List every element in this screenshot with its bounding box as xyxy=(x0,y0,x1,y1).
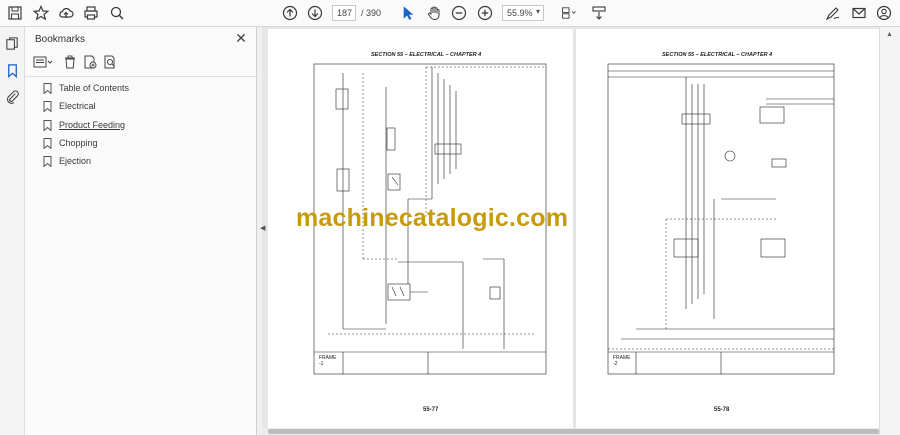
bookmark-item-chopping[interactable]: Chopping xyxy=(43,136,98,150)
horizontal-scroll-thumb[interactable] xyxy=(268,429,879,434)
page-total: / 390 xyxy=(361,8,382,18)
account-icon[interactable] xyxy=(875,4,893,22)
bookmark-item-ejection[interactable]: Ejection xyxy=(43,154,91,168)
top-toolbar: 187 / 390 55.9% ▾ xyxy=(0,0,900,27)
wiring-diagram-right xyxy=(607,63,835,375)
bookmark-item-table-of-contents[interactable]: Table of Contents xyxy=(43,81,129,95)
watermark-text: machinecatalogic.com xyxy=(296,204,569,232)
page-number-label: 55-78 xyxy=(714,407,730,413)
select-cursor-icon[interactable] xyxy=(399,4,417,22)
vertical-scrollbar[interactable]: ▲ xyxy=(879,27,900,435)
bookmark-icon xyxy=(43,82,52,94)
bookmark-icon xyxy=(43,119,52,131)
save-icon[interactable] xyxy=(6,4,24,22)
left-rail xyxy=(0,27,25,435)
zoom-level-value: 55.9% xyxy=(507,8,533,18)
zoom-search-icon[interactable] xyxy=(108,4,126,22)
bookmark-icon xyxy=(43,137,52,149)
zoom-in-icon[interactable] xyxy=(476,4,494,22)
bookmark-item-product-feeding[interactable]: Product Feeding xyxy=(43,118,125,132)
bookmarks-icon[interactable] xyxy=(5,63,20,79)
bookmark-label: Table of Contents xyxy=(59,83,130,93)
attachment-icon[interactable] xyxy=(5,89,20,104)
options-menu-icon[interactable] xyxy=(33,55,55,71)
sign-pen-icon[interactable] xyxy=(824,4,842,22)
frame-label: FRAME -1 xyxy=(319,355,337,367)
scroll-up-arrow-icon[interactable]: ▲ xyxy=(886,31,893,38)
panel-title: Bookmarks xyxy=(35,34,86,45)
bookmark-icon xyxy=(43,100,52,112)
upload-cloud-icon[interactable] xyxy=(57,4,75,22)
section-header: SECTION 55 – ELECTRICAL – CHAPTER 4 xyxy=(371,52,482,58)
bookmark-label: Product Feeding xyxy=(59,120,126,130)
add-bookmark-icon[interactable] xyxy=(83,55,99,71)
document-page-right: SECTION 55 – ELECTRICAL – CHAPTER 4 FRAM… xyxy=(576,29,879,431)
star-icon[interactable] xyxy=(32,4,50,22)
frame-label: FRAME -2 xyxy=(613,355,631,367)
section-header: SECTION 55 – ELECTRICAL – CHAPTER 4 xyxy=(662,52,773,58)
print-icon[interactable] xyxy=(82,4,100,22)
divider xyxy=(25,76,257,77)
zoom-level-select[interactable]: 55.9% ▾ xyxy=(502,5,544,21)
delete-icon[interactable] xyxy=(63,55,79,71)
zoom-out-icon[interactable] xyxy=(450,4,468,22)
bookmark-label: Electrical xyxy=(59,101,96,111)
close-icon[interactable]: ✕ xyxy=(234,30,248,47)
scroll-mode-icon[interactable] xyxy=(590,4,608,22)
page-thumbnails-icon[interactable] xyxy=(5,36,20,51)
find-bookmark-icon[interactable] xyxy=(103,55,119,71)
bookmark-label: Chopping xyxy=(59,138,98,148)
bookmark-item-electrical[interactable]: Electrical xyxy=(43,99,96,113)
bookmark-icon xyxy=(43,155,52,167)
bookmark-label: Ejection xyxy=(59,156,92,166)
previous-page-icon[interactable] xyxy=(281,4,299,22)
page-layout-icon[interactable] xyxy=(558,4,580,22)
mail-icon[interactable] xyxy=(850,4,868,22)
page-number-input[interactable]: 187 xyxy=(332,5,356,21)
collapse-panel-arrow-icon[interactable]: ◀ xyxy=(260,224,265,232)
bookmarks-panel: Bookmarks ✕ Table of Contents Electrical… xyxy=(25,27,257,435)
next-page-icon[interactable] xyxy=(306,4,324,22)
chevron-down-icon: ▾ xyxy=(535,7,540,16)
hand-tool-icon[interactable] xyxy=(425,4,443,22)
page-number-label: 55-77 xyxy=(423,407,439,413)
